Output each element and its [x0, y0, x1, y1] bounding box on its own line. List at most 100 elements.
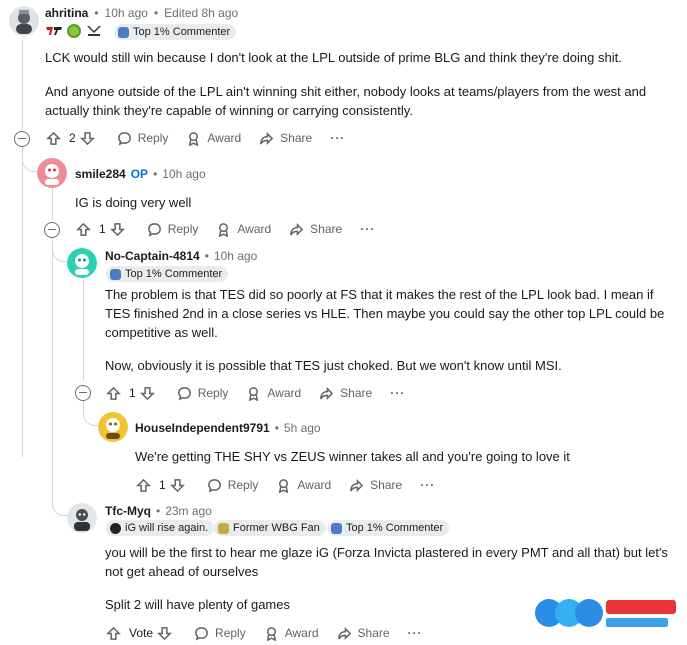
- more-options-button[interactable]: ···: [408, 626, 423, 640]
- thread-line: [52, 188, 53, 220]
- thread-line: [22, 40, 23, 130]
- reply-button[interactable]: Reply: [177, 386, 228, 401]
- flair-top-commenter: Top 1% Commenter: [106, 266, 229, 282]
- reply-icon: [117, 131, 131, 145]
- award-button[interactable]: Award: [276, 478, 331, 493]
- separator: •: [153, 6, 159, 20]
- timestamp: 10h ago: [104, 6, 148, 20]
- downvote-icon[interactable]: [157, 626, 172, 641]
- user-badges: [45, 24, 103, 38]
- share-icon: [290, 222, 304, 236]
- badge-icon: [67, 24, 81, 38]
- avatar[interactable]: [9, 6, 39, 36]
- share-icon: [320, 386, 334, 400]
- collapse-thread-button[interactable]: [44, 222, 60, 238]
- thread-line: [52, 490, 68, 516]
- op-badge: OP: [130, 167, 149, 181]
- vote-count: 1: [99, 222, 106, 236]
- star-flair-icon: [110, 268, 121, 280]
- thread-line: [83, 278, 84, 381]
- upvote-icon[interactable]: [76, 222, 91, 237]
- award-button[interactable]: Award: [186, 131, 241, 146]
- separator: •: [94, 6, 99, 20]
- wbg-logo-icon: [218, 522, 229, 534]
- timestamp: 10h ago: [213, 249, 258, 263]
- comment-actions: 2 Reply Award Share ···: [46, 128, 363, 148]
- collapse-thread-button[interactable]: [75, 385, 91, 401]
- timestamp: 5h ago: [283, 421, 321, 435]
- more-options-button[interactable]: ···: [420, 478, 435, 492]
- award-button[interactable]: Award: [246, 386, 301, 401]
- share-icon: [337, 626, 351, 640]
- reply-button[interactable]: Reply: [207, 478, 258, 493]
- timestamp: 23m ago: [165, 504, 212, 518]
- flair-fan: Former WBG Fan: [214, 520, 326, 536]
- share-button[interactable]: Share: [289, 222, 342, 237]
- separator: •: [153, 167, 158, 181]
- comment-text: And anyone outside of the LPL ain't winn…: [45, 84, 647, 118]
- share-icon: [350, 478, 364, 492]
- timestamp: 10h ago: [162, 167, 206, 181]
- flair-top-commenter: Top 1% Commenter: [114, 24, 237, 40]
- avatar[interactable]: [98, 412, 128, 442]
- avatar[interactable]: [67, 503, 97, 533]
- award-icon: [249, 386, 259, 401]
- reply-button[interactable]: Reply: [147, 222, 198, 237]
- flair-team: iG will rise again.: [106, 520, 215, 536]
- share-icon: [260, 131, 274, 145]
- award-button[interactable]: Award: [264, 626, 319, 641]
- vote-label: Vote: [129, 626, 154, 640]
- thread-line: [52, 240, 68, 262]
- share-button[interactable]: Share: [319, 386, 372, 401]
- thread-line: [22, 150, 38, 172]
- award-icon: [266, 626, 276, 641]
- reply-icon: [147, 222, 161, 236]
- comment-text: We're getting THE SHY vs ZEUS winner tak…: [135, 449, 570, 464]
- comment-text: Now, obviously it is possible that TES j…: [105, 358, 562, 373]
- more-options-button[interactable]: ···: [360, 222, 375, 236]
- share-button[interactable]: Share: [259, 131, 312, 146]
- vote-count: 2: [69, 131, 76, 145]
- comment-text: you will be the first to hear me glaze i…: [105, 545, 668, 579]
- upvote-icon[interactable]: [106, 386, 121, 401]
- thread-line: [52, 238, 53, 508]
- downvote-icon[interactable]: [79, 131, 95, 146]
- team-badge-icon: [85, 25, 103, 37]
- star-flair-icon: [118, 26, 129, 38]
- separator: •: [204, 249, 209, 263]
- downvote-icon[interactable]: [139, 386, 155, 401]
- reply-button[interactable]: Reply: [117, 131, 168, 146]
- username[interactable]: smile284: [75, 167, 126, 181]
- watermark-logo: [506, 582, 687, 645]
- share-button[interactable]: Share: [349, 478, 402, 493]
- comment-text: IG is doing very well: [75, 195, 192, 210]
- upvote-icon[interactable]: [136, 478, 151, 493]
- username[interactable]: No-Captain-4814: [105, 249, 200, 263]
- avatar[interactable]: [37, 158, 67, 188]
- comment-actions: 1 Reply Award Share ···: [106, 383, 423, 403]
- share-button[interactable]: Share: [337, 626, 390, 641]
- comment-actions: 1 Reply Award Share ···: [136, 475, 453, 495]
- upvote-icon[interactable]: [46, 131, 61, 146]
- avatar[interactable]: [67, 248, 97, 278]
- more-options-button[interactable]: ···: [390, 386, 405, 400]
- reply-button[interactable]: Reply: [194, 626, 246, 641]
- username[interactable]: ahritina: [45, 6, 88, 20]
- star-flair-icon: [331, 522, 342, 534]
- username[interactable]: Tfc-Myq: [105, 504, 151, 518]
- award-button[interactable]: Award: [216, 222, 271, 237]
- upvote-icon[interactable]: [106, 626, 121, 641]
- comment-actions: Vote Reply Award Share ···: [106, 623, 441, 643]
- award-icon: [219, 222, 229, 237]
- more-options-button[interactable]: ···: [330, 131, 345, 145]
- vote-count: 1: [129, 386, 136, 400]
- username[interactable]: HouseIndependent9791: [135, 421, 270, 435]
- downvote-icon[interactable]: [109, 222, 125, 237]
- reply-icon: [195, 626, 208, 640]
- collapse-thread-button[interactable]: [14, 131, 30, 147]
- award-icon: [279, 478, 289, 493]
- downvote-icon[interactable]: [169, 478, 185, 493]
- ig-logo-icon: [110, 522, 121, 534]
- team-badge-icon: [45, 25, 63, 37]
- reply-icon: [177, 386, 191, 400]
